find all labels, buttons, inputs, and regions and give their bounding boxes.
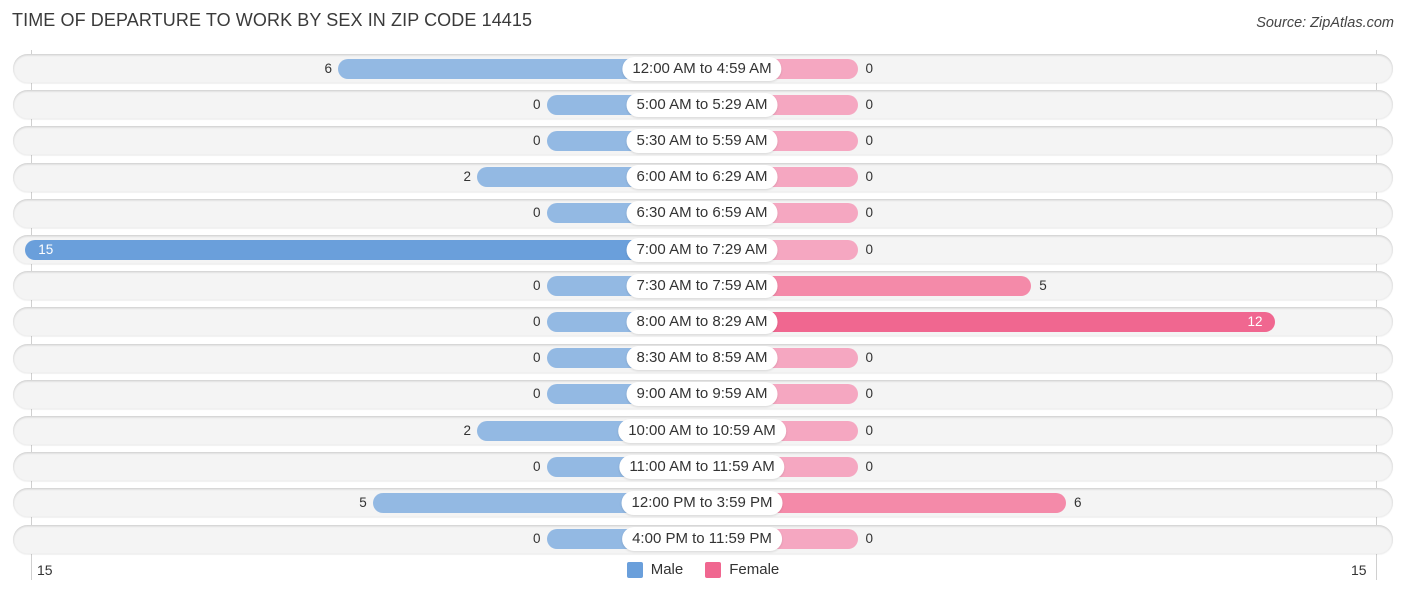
value-label-male: 2 bbox=[463, 422, 471, 438]
value-label-female: 12 bbox=[1247, 313, 1263, 329]
value-label-male: 0 bbox=[532, 132, 541, 148]
value-label-female: 0 bbox=[865, 531, 874, 547]
category-label: 9:00 AM to 9:59 AM bbox=[626, 382, 778, 407]
value-label-male: 0 bbox=[532, 313, 541, 329]
value-label-female: 5 bbox=[1039, 277, 1047, 293]
value-label-female: 0 bbox=[865, 350, 874, 366]
value-label-female: 0 bbox=[865, 241, 874, 257]
value-label-male: 5 bbox=[359, 494, 367, 510]
value-label-female: 0 bbox=[865, 458, 874, 474]
category-label: 7:30 AM to 7:59 AM bbox=[626, 273, 778, 298]
category-label: 5:30 AM to 5:59 AM bbox=[626, 128, 778, 153]
value-label-female: 6 bbox=[1074, 494, 1082, 510]
value-label-female: 0 bbox=[865, 169, 874, 185]
category-label: 12:00 PM to 3:59 PM bbox=[621, 490, 783, 515]
legend-item-female: Female bbox=[705, 561, 779, 578]
legend: Male Female bbox=[0, 561, 1406, 578]
value-label-male: 0 bbox=[532, 205, 541, 221]
category-label: 4:00 PM to 11:59 PM bbox=[622, 527, 782, 552]
source-label: Source: ZipAtlas.com bbox=[1256, 15, 1394, 31]
value-label-female: 0 bbox=[865, 96, 874, 112]
value-label-male: 2 bbox=[463, 169, 471, 185]
category-label: 6:00 AM to 6:29 AM bbox=[626, 165, 778, 190]
bar-male bbox=[25, 239, 702, 260]
category-label: 7:00 AM to 7:29 AM bbox=[626, 237, 778, 262]
category-label: 12:00 AM to 4:59 AM bbox=[622, 56, 782, 81]
value-label-male: 0 bbox=[532, 96, 541, 112]
value-label-male: 0 bbox=[532, 458, 541, 474]
value-label-male: 0 bbox=[532, 531, 541, 547]
value-label-male: 0 bbox=[532, 386, 541, 402]
legend-label-male: Male bbox=[650, 561, 684, 578]
category-label: 5:00 AM to 5:29 AM bbox=[626, 92, 778, 117]
value-label-female: 0 bbox=[865, 132, 874, 148]
category-label: 10:00 AM to 10:59 AM bbox=[618, 418, 786, 443]
legend-label-female: Female bbox=[729, 561, 780, 578]
category-label: 8:00 AM to 8:29 AM bbox=[626, 309, 778, 334]
value-label-male: 0 bbox=[532, 277, 541, 293]
value-label-male: 15 bbox=[38, 241, 54, 257]
category-label: 6:30 AM to 6:59 AM bbox=[626, 201, 778, 226]
chart-title: TIME OF DEPARTURE TO WORK BY SEX IN ZIP … bbox=[12, 10, 533, 30]
value-label-male: 0 bbox=[532, 350, 541, 366]
category-label: 8:30 AM to 8:59 AM bbox=[626, 346, 778, 371]
category-label: 11:00 AM to 11:59 AM bbox=[619, 454, 785, 479]
value-label-female: 0 bbox=[865, 422, 874, 438]
value-label-female: 0 bbox=[865, 386, 874, 402]
value-label-female: 0 bbox=[865, 205, 874, 221]
legend-swatch-female bbox=[705, 561, 722, 578]
bar-female bbox=[702, 311, 1275, 332]
legend-swatch-male bbox=[626, 561, 643, 578]
legend-item-male: Male bbox=[626, 561, 684, 578]
value-label-female: 0 bbox=[865, 60, 874, 76]
value-label-male: 6 bbox=[324, 60, 332, 76]
